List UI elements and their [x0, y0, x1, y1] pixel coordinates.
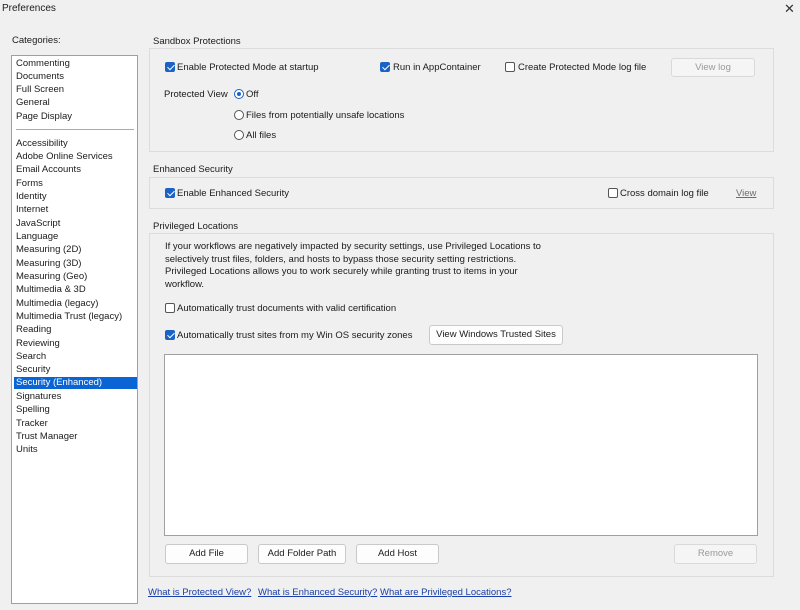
enhanced-security-label: Enable Enhanced Security [177, 188, 289, 199]
category-item[interactable]: Trust Manager [14, 431, 137, 443]
category-item[interactable]: Email Accounts [14, 164, 137, 176]
close-icon[interactable]: ✕ [784, 1, 795, 17]
category-item[interactable]: Security [14, 364, 137, 376]
trust-certification-checkbox[interactable] [165, 303, 175, 313]
description-line: workflow. [165, 278, 205, 290]
trust-sites-label: Automatically trust sites from my Win OS… [177, 330, 413, 341]
add-host-button[interactable]: Add Host [356, 544, 439, 564]
category-item[interactable]: Measuring (2D) [14, 244, 137, 256]
category-item-selected[interactable]: Security (Enhanced) [14, 377, 137, 389]
protected-view-all-label: All files [246, 130, 277, 141]
category-item[interactable]: Accessibility [14, 138, 137, 150]
category-item[interactable]: Multimedia & 3D [14, 284, 137, 296]
enhanced-title: Enhanced Security [153, 164, 233, 175]
log-file-label: Create Protected Mode log file [518, 62, 647, 73]
cross-domain-label: Cross domain log file [620, 188, 709, 199]
privileged-description: If your workflows are negatively impacte… [165, 241, 585, 291]
category-item[interactable]: Adobe Online Services [14, 151, 137, 163]
description-line: If your workflows are negatively impacte… [165, 241, 541, 252]
category-item[interactable]: Tracker [14, 418, 137, 430]
enhanced-security-checkbox[interactable] [165, 188, 175, 198]
category-item[interactable]: Documents [14, 71, 137, 83]
remove-button[interactable]: Remove [674, 544, 757, 564]
view-cross-domain-link[interactable]: View [736, 188, 756, 199]
protected-view-unsafe-radio[interactable] [234, 110, 244, 120]
view-trusted-sites-button[interactable]: View Windows Trusted Sites [429, 325, 563, 345]
category-item[interactable]: Spelling [14, 404, 137, 416]
add-file-button[interactable]: Add File [165, 544, 248, 564]
categories-label: Categories: [12, 35, 61, 46]
category-item[interactable]: Measuring (Geo) [14, 271, 137, 283]
description-line: Privileged Locations allows you to work … [165, 266, 518, 277]
protected-view-off-label: Off [246, 89, 259, 100]
trust-sites-checkbox[interactable] [165, 330, 175, 340]
category-item[interactable]: Page Display [14, 111, 137, 123]
view-log-button[interactable]: View log [671, 58, 755, 77]
privileged-title: Privileged Locations [153, 221, 239, 232]
window-title: Preferences [2, 3, 56, 14]
category-item[interactable]: Commenting [14, 58, 137, 70]
category-item[interactable]: General [14, 97, 137, 109]
protected-view-unsafe-label: Files from potentially unsafe locations [246, 110, 405, 121]
log-file-checkbox[interactable] [505, 62, 515, 72]
protected-view-off-radio[interactable] [234, 89, 244, 99]
privileged-locations-list[interactable] [164, 354, 758, 536]
app-container-checkbox[interactable] [380, 62, 390, 72]
category-item[interactable]: Language [14, 231, 137, 243]
cross-domain-checkbox[interactable] [608, 188, 618, 198]
category-item[interactable]: Multimedia Trust (legacy) [14, 311, 137, 323]
category-item[interactable]: Forms [14, 178, 137, 190]
category-item[interactable]: Units [14, 444, 137, 456]
privileged-locations-help-link[interactable]: What are Privileged Locations? [380, 587, 512, 598]
protected-view-help-link[interactable]: What is Protected View? [148, 587, 251, 598]
category-item[interactable]: Internet [14, 204, 137, 216]
category-item[interactable]: Signatures [14, 391, 137, 403]
categories-list[interactable]: Commenting Documents Full Screen General… [11, 55, 138, 604]
category-item[interactable]: Reviewing [14, 338, 137, 350]
category-item[interactable]: Full Screen [14, 84, 137, 96]
app-container-label: Run in AppContainer [393, 62, 481, 73]
category-divider [16, 129, 134, 130]
protected-view-label: Protected View [164, 89, 228, 100]
enhanced-security-help-link[interactable]: What is Enhanced Security? [258, 587, 377, 598]
category-item[interactable]: Identity [14, 191, 137, 203]
trust-certification-label: Automatically trust documents with valid… [177, 303, 397, 314]
category-item[interactable]: Measuring (3D) [14, 258, 137, 270]
protected-mode-checkbox[interactable] [165, 62, 175, 72]
category-item[interactable]: Reading [14, 324, 137, 336]
add-folder-path-button[interactable]: Add Folder Path [258, 544, 346, 564]
protected-view-all-radio[interactable] [234, 130, 244, 140]
category-item[interactable]: Search [14, 351, 137, 363]
description-line: selectively trust files, folders, and ho… [165, 253, 517, 265]
category-item[interactable]: Multimedia (legacy) [14, 298, 137, 310]
sandbox-title: Sandbox Protections [153, 36, 241, 47]
protected-mode-label: Enable Protected Mode at startup [177, 62, 319, 73]
category-item[interactable]: JavaScript [14, 218, 137, 230]
